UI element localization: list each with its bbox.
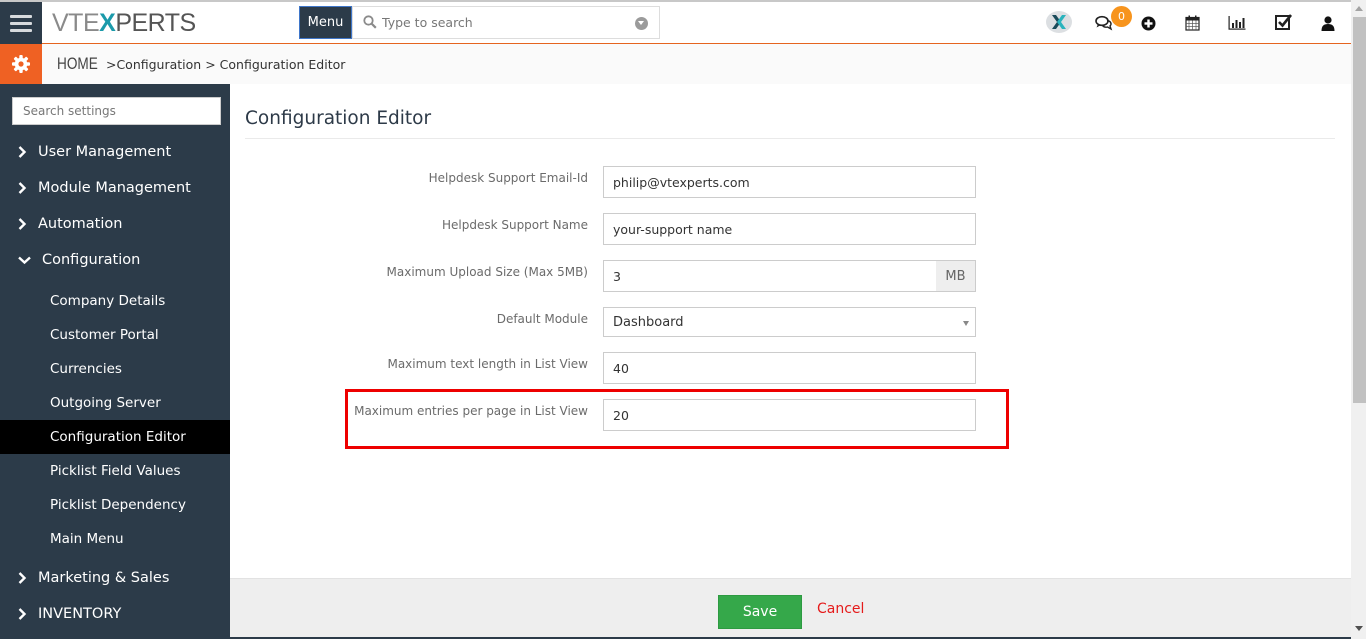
field-label: Maximum text length in List View [387, 357, 588, 371]
field-row-max-upload-size: Maximum Upload Size (Max 5MB) MB [230, 260, 1351, 294]
scrollbar-thumb[interactable] [1353, 17, 1366, 403]
sidebar-section-automation[interactable]: Automation [0, 209, 230, 239]
settings-search-input[interactable] [12, 97, 221, 125]
cancel-link[interactable]: Cancel [817, 601, 864, 617]
breadcrumb-home[interactable]: HOME [57, 54, 98, 74]
config-editor-panel: Configuration Editor Helpdesk Support Em… [230, 84, 1351, 578]
breadcrumb: HOME >Configuration > Configuration Edit… [57, 54, 345, 74]
vtexperts-logo-icon[interactable] [1046, 11, 1072, 33]
sidebar-section-label: Automation [38, 216, 123, 232]
sidebar-item-main-menu[interactable]: Main Menu [0, 522, 230, 556]
sidebar-section-label: Marketing & Sales [38, 570, 170, 586]
chevron-right-icon [18, 218, 38, 230]
gear-icon [12, 55, 30, 73]
vertical-scrollbar[interactable] [1351, 0, 1366, 639]
max-upload-size-input[interactable] [603, 260, 937, 292]
helpdesk-email-input[interactable] [603, 166, 976, 198]
sidebar-section-marketing-sales[interactable]: Marketing & Sales [0, 563, 230, 593]
reports-chart-icon[interactable] [1225, 11, 1249, 35]
chevron-right-icon [18, 146, 38, 158]
add-circle-icon[interactable] [1136, 11, 1160, 35]
sidebar-item-outgoing-server[interactable]: Outgoing Server [0, 386, 230, 420]
sidebar-section-module-management[interactable]: Module Management [0, 173, 230, 203]
breadcrumb-configuration[interactable]: Configuration [116, 57, 201, 72]
max-text-length-input[interactable] [603, 352, 976, 384]
hamburger-line [10, 14, 32, 18]
global-search-input[interactable] [382, 9, 622, 36]
field-row-max-text-length: Maximum text length in List View [230, 352, 1351, 386]
field-label: Maximum Upload Size (Max 5MB) [386, 265, 588, 279]
dropdown-caret-icon [963, 321, 969, 326]
search-dropdown-icon[interactable] [635, 17, 648, 30]
title-divider [245, 138, 1335, 139]
hamburger-line [10, 28, 32, 32]
breadcrumb-current: Configuration Editor [219, 57, 346, 72]
highlight-box [345, 389, 1009, 449]
breadcrumb-separator: > [102, 57, 117, 72]
settings-gear-button[interactable] [0, 44, 42, 84]
sidebar-item-customer-portal[interactable]: Customer Portal [0, 318, 230, 352]
field-label: Helpdesk Support Email-Id [428, 171, 588, 185]
sidebar-section-user-management[interactable]: User Management [0, 137, 230, 167]
sidebar-section-inventory[interactable]: INVENTORY [0, 599, 230, 629]
field-row-helpdesk-name: Helpdesk Support Name [230, 213, 1351, 247]
selected-value: Dashboard [613, 314, 684, 330]
hamburger-line [10, 21, 32, 25]
notification-count-badge: 0 [1111, 6, 1132, 27]
sidebar-section-label: User Management [38, 144, 172, 160]
logo-text-post: PERTS [115, 9, 196, 37]
breadcrumb-bar: HOME >Configuration > Configuration Edit… [0, 44, 1351, 84]
chevron-right-icon [18, 572, 38, 584]
settings-sidebar: User Management Module Management Automa… [0, 84, 230, 639]
sidebar-item-configuration-editor[interactable]: Configuration Editor [0, 420, 230, 454]
global-search [352, 6, 660, 39]
logo-text-pre: VTE [52, 9, 100, 37]
field-label: Helpdesk Support Name [441, 218, 588, 232]
sidebar-item-picklist-dependency[interactable]: Picklist Dependency [0, 488, 230, 522]
field-row-helpdesk-email: Helpdesk Support Email-Id [230, 166, 1351, 200]
user-icon[interactable] [1316, 11, 1340, 35]
save-button[interactable]: Save [718, 595, 802, 629]
calendar-icon[interactable] [1180, 11, 1204, 35]
chevron-right-icon [18, 182, 38, 194]
form-actions-bar: Save Cancel [230, 578, 1351, 639]
field-label: Default Module [496, 312, 588, 326]
unit-addon: MB [936, 260, 976, 292]
menu-button[interactable]: Menu [299, 6, 352, 39]
sidebar-item-picklist-field-values[interactable]: Picklist Field Values [0, 454, 230, 488]
sidebar-item-company-details[interactable]: Company Details [0, 284, 230, 318]
search-icon [363, 15, 377, 29]
chevron-right-icon [18, 608, 38, 620]
sidebar-section-label: Configuration [42, 252, 141, 268]
field-row-default-module: Default Module Dashboard [230, 307, 1351, 341]
sidebar-section-label: INVENTORY [38, 606, 122, 622]
vtexperts-logo[interactable]: VTEXPERTS [52, 9, 196, 37]
sidebar-item-currencies[interactable]: Currencies [0, 352, 230, 386]
tasks-checkbox-icon[interactable] [1272, 10, 1296, 34]
scroll-down-arrow-icon[interactable] [1351, 620, 1366, 637]
chevron-down-icon [18, 256, 42, 265]
scroll-up-arrow-icon[interactable] [1351, 0, 1366, 17]
breadcrumb-separator: > [201, 57, 220, 72]
logo-text-x: X [99, 9, 116, 37]
default-module-select[interactable]: Dashboard [603, 307, 976, 337]
sidebar-section-configuration[interactable]: Configuration [0, 245, 230, 275]
page-title: Configuration Editor [245, 108, 432, 129]
hamburger-menu-button[interactable] [0, 2, 42, 44]
helpdesk-name-input[interactable] [603, 213, 976, 245]
sidebar-section-label: Module Management [38, 180, 191, 196]
